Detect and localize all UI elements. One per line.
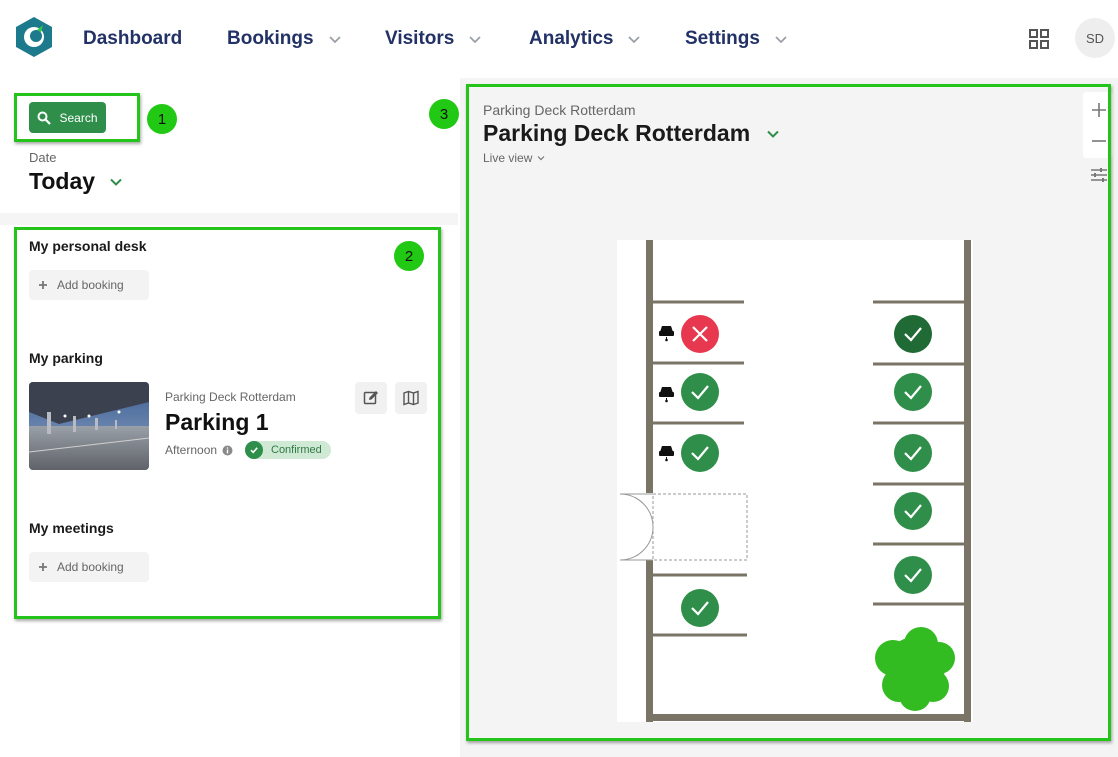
nav-bookings[interactable]: Bookings: [227, 26, 342, 52]
section-divider: [0, 213, 458, 225]
nav-settings[interactable]: Settings: [685, 26, 788, 52]
annotation-box-2: [14, 227, 441, 619]
app-logo-icon[interactable]: [14, 16, 54, 58]
nav-analytics[interactable]: Analytics: [529, 26, 641, 52]
apps-grid-icon[interactable]: [1028, 28, 1050, 50]
nav-bookings-label: Bookings: [227, 28, 314, 49]
date-value: Today: [29, 168, 96, 194]
top-navigation-bar: Dashboard Bookings Visitors Analytics Se…: [0, 0, 1118, 78]
nav-analytics-label: Analytics: [529, 28, 614, 49]
date-selector[interactable]: Today: [29, 168, 123, 195]
chevron-down-icon: [328, 36, 341, 44]
nav-visitors[interactable]: Visitors: [385, 26, 482, 52]
nav-visitors-label: Visitors: [385, 28, 455, 49]
annotation-marker-3: 3: [429, 99, 459, 129]
annotation-box-3: [466, 84, 1111, 741]
chevron-down-icon: [110, 178, 122, 186]
date-label: Date: [29, 150, 57, 165]
nav-dashboard-label: Dashboard: [83, 28, 183, 49]
annotation-box-1: [14, 93, 140, 142]
annotation-marker-2: 2: [394, 241, 424, 271]
chevron-down-icon: [628, 36, 641, 44]
nav-settings-label: Settings: [685, 28, 760, 49]
chevron-down-icon: [469, 36, 481, 44]
chevron-down-icon: [775, 36, 787, 44]
user-avatar[interactable]: SD: [1075, 18, 1115, 58]
nav-dashboard[interactable]: Dashboard: [83, 26, 182, 52]
annotation-marker-1: 1: [147, 104, 177, 134]
